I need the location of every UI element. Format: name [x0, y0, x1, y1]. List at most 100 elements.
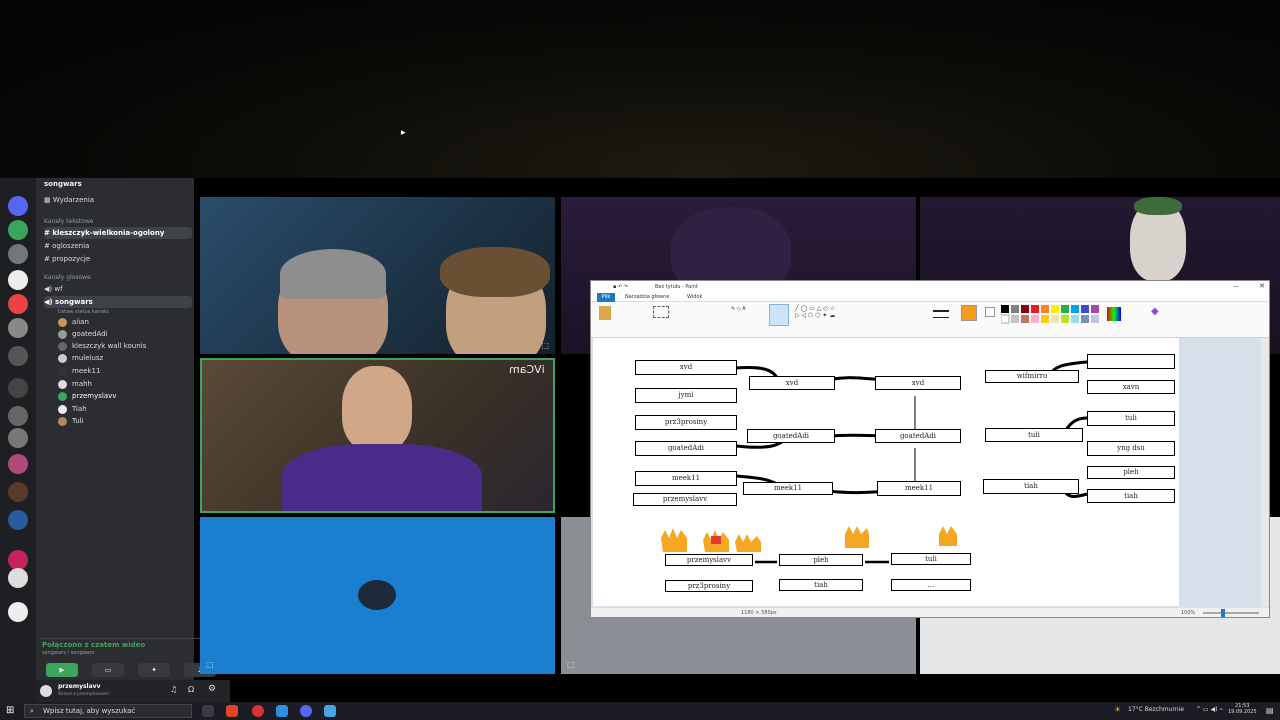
connection-path[interactable]: songwars / songwars: [42, 650, 95, 656]
speaker-icon: ◀): [44, 298, 56, 306]
color-palette[interactable]: [1000, 305, 1125, 325]
vertical-scrollbar[interactable]: [1261, 338, 1269, 608]
search-input[interactable]: ⌕ Wpisz tutaj, aby wyszukać: [24, 704, 192, 718]
settings-gear-icon[interactable]: ⚙: [208, 684, 216, 694]
clock[interactable]: 21:53 19.09.2025: [1228, 703, 1257, 715]
speaker-icon: ◀): [44, 285, 55, 293]
zoom-slider-thumb[interactable]: [1221, 609, 1225, 617]
notifications-icon[interactable]: ▤: [1266, 706, 1274, 715]
tab-home[interactable]: Narzędzia główne: [625, 294, 669, 300]
camera-button[interactable]: ▶: [46, 663, 78, 677]
avatar[interactable]: [40, 685, 52, 697]
weather-icon[interactable]: ☀: [1114, 705, 1121, 714]
cam-watermark: iVCam: [509, 363, 545, 376]
server-icon[interactable]: [8, 428, 28, 448]
voice-member[interactable]: Tiah: [58, 403, 87, 415]
bracket-box: tuli: [985, 428, 1083, 442]
server-name[interactable]: songwars: [44, 178, 192, 192]
color2-swatch[interactable]: [985, 307, 995, 317]
server-icon[interactable]: [8, 378, 28, 398]
voice-member[interactable]: muleiusz: [58, 352, 103, 364]
joker-hair-video: [1134, 197, 1182, 215]
beanie-video: [280, 249, 386, 299]
close-icon[interactable]: ✕: [1259, 282, 1265, 290]
stream-icon[interactable]: ⬚: [541, 341, 549, 350]
search-icon: ⌕: [30, 707, 34, 715]
server-icon[interactable]: [8, 550, 28, 570]
voice-member[interactable]: aiian: [58, 316, 89, 328]
server-icon[interactable]: [8, 482, 28, 502]
paint-canvas-area: xvd jymi prz3prosiny goatedAdi meek11 pr…: [591, 338, 1269, 608]
video-tile-1[interactable]: ⬚: [200, 197, 555, 354]
line-width-icon[interactable]: [933, 310, 949, 318]
server-icon[interactable]: [8, 510, 28, 530]
voice-member[interactable]: przemyslavv: [58, 390, 116, 402]
voice-member[interactable]: goatedAdi: [58, 328, 108, 340]
channel-item[interactable]: # ogloszenia: [44, 240, 89, 252]
weather[interactable]: 17°C Bezchmurnie: [1128, 706, 1184, 713]
avatar: [58, 366, 67, 376]
video-tile-speaking[interactable]: iVCam: [200, 358, 555, 513]
paste-icon[interactable]: [599, 306, 611, 320]
server-icon[interactable]: [8, 294, 28, 314]
zoom-slider[interactable]: [1203, 612, 1259, 614]
bracket-box: meek11: [743, 482, 833, 495]
shapes-gallery[interactable]: ╱ ◯ ▭ △ ◇ ☆ ▷ ◁ ⬠ ⬡ ✦ ☁: [795, 305, 873, 329]
voice-member[interactable]: mahh: [58, 378, 92, 390]
voice-channel-item[interactable]: ◀) wf: [44, 283, 63, 295]
chrome-icon[interactable]: [252, 705, 264, 717]
server-icon[interactable]: [8, 568, 28, 588]
select-icon[interactable]: [653, 306, 669, 318]
avatar: [58, 391, 67, 401]
server-icon[interactable]: [8, 406, 28, 426]
windows-start-icon[interactable]: ⊞: [6, 706, 16, 716]
hair-video: [440, 247, 550, 297]
minimize-icon[interactable]: —: [1233, 283, 1239, 290]
voice-member[interactable]: meek11: [58, 365, 100, 377]
server-icon[interactable]: [8, 244, 28, 264]
tab-view[interactable]: Widok: [687, 294, 702, 300]
activity-button[interactable]: ✦: [138, 663, 170, 677]
color1-swatch[interactable]: [961, 305, 977, 321]
channel-item[interactable]: # propozycje: [44, 253, 90, 265]
bracket-box: xavn: [1087, 380, 1175, 394]
bracket-box: przemyslavv: [665, 554, 753, 566]
stream-icon[interactable]: ⬚: [567, 660, 575, 669]
bracket-box: goatedAdi: [875, 429, 961, 443]
paint-icon[interactable]: [324, 705, 336, 717]
stream-icon[interactable]: ⬚: [206, 660, 214, 669]
discord-icon[interactable]: [300, 705, 312, 717]
tools-group[interactable]: ✎ ◇ A: [731, 306, 765, 324]
server-icon[interactable]: [8, 602, 28, 622]
system-tray-icons[interactable]: ^ ▭ ◀) ⌁: [1196, 706, 1223, 713]
voice-member[interactable]: Tuli: [58, 415, 84, 427]
events-item[interactable]: ▦ Wydarzenia: [44, 194, 94, 206]
headphones-icon[interactable]: Ω: [188, 685, 194, 694]
microphone-icon[interactable]: ♫: [170, 685, 177, 694]
channel-item[interactable]: # kleszczyk-wielkonia-ogolony: [44, 227, 192, 239]
server-icon[interactable]: [8, 318, 28, 338]
server-icon[interactable]: [8, 346, 28, 366]
voice-member[interactable]: kleszczyk wall kounis: [58, 340, 146, 352]
save-icon[interactable]: ▪ ↶ ↷: [613, 284, 628, 290]
server-icon[interactable]: [8, 220, 28, 240]
avatar: [58, 379, 67, 389]
server-icon[interactable]: [8, 196, 28, 216]
paint-statusbar: 1180 × 580px 100%: [591, 607, 1269, 617]
task-view-icon[interactable]: [202, 705, 214, 717]
bracket-box: goatedAdi: [747, 429, 835, 443]
browser-icon[interactable]: [226, 705, 238, 717]
discord-channel-sidebar: songwars ▦ Wydarzenia Kanały tekstowe # …: [36, 178, 230, 702]
brush-icon[interactable]: [769, 304, 789, 326]
server-icon[interactable]: [8, 454, 28, 474]
video-tile-avatar[interactable]: ⬚: [200, 517, 555, 674]
bracket-box: tuli: [1087, 411, 1175, 426]
tab-file[interactable]: Plik: [597, 293, 615, 302]
bracket-box: tiah: [983, 479, 1079, 494]
paint3d-icon[interactable]: ◆: [1151, 306, 1167, 322]
app-icon[interactable]: [276, 705, 288, 717]
avatar: [58, 341, 67, 351]
paint-canvas[interactable]: xvd jymi prz3prosiny goatedAdi meek11 pr…: [593, 338, 1179, 606]
server-icon[interactable]: [8, 270, 28, 290]
screen-share-button[interactable]: ▭: [92, 663, 124, 677]
